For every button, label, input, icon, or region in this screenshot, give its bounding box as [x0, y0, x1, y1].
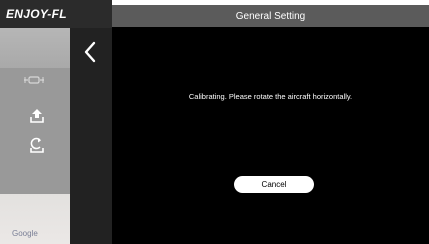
map-area-top: [0, 28, 70, 68]
chevron-left-icon: [84, 41, 96, 63]
aircraft-icon: [24, 76, 44, 84]
calibration-message: Calibrating. Please rotate the aircraft …: [188, 92, 353, 101]
return-home-button[interactable]: [25, 136, 49, 156]
app-window: Google ENJOY-FL General Setting Calibrat…: [0, 0, 429, 244]
map-panel[interactable]: Google: [0, 0, 70, 244]
takeoff-button[interactable]: [25, 106, 49, 126]
general-setting-dialog: General Setting Calibrating. Please rota…: [112, 5, 429, 244]
cancel-button[interactable]: Cancel: [234, 176, 314, 193]
google-attribution: Google: [12, 229, 38, 238]
takeoff-icon: [30, 109, 44, 123]
brand-logo: ENJOY-FL: [6, 7, 67, 21]
return-home-icon: [30, 137, 44, 153]
dialog-title: General Setting: [235, 10, 306, 22]
dialog-header: General Setting: [112, 5, 429, 27]
aircraft-button[interactable]: [22, 70, 46, 90]
back-button[interactable]: [78, 38, 102, 66]
cancel-button-label: Cancel: [261, 180, 287, 189]
brand-bar: ENJOY-FL: [0, 0, 112, 28]
